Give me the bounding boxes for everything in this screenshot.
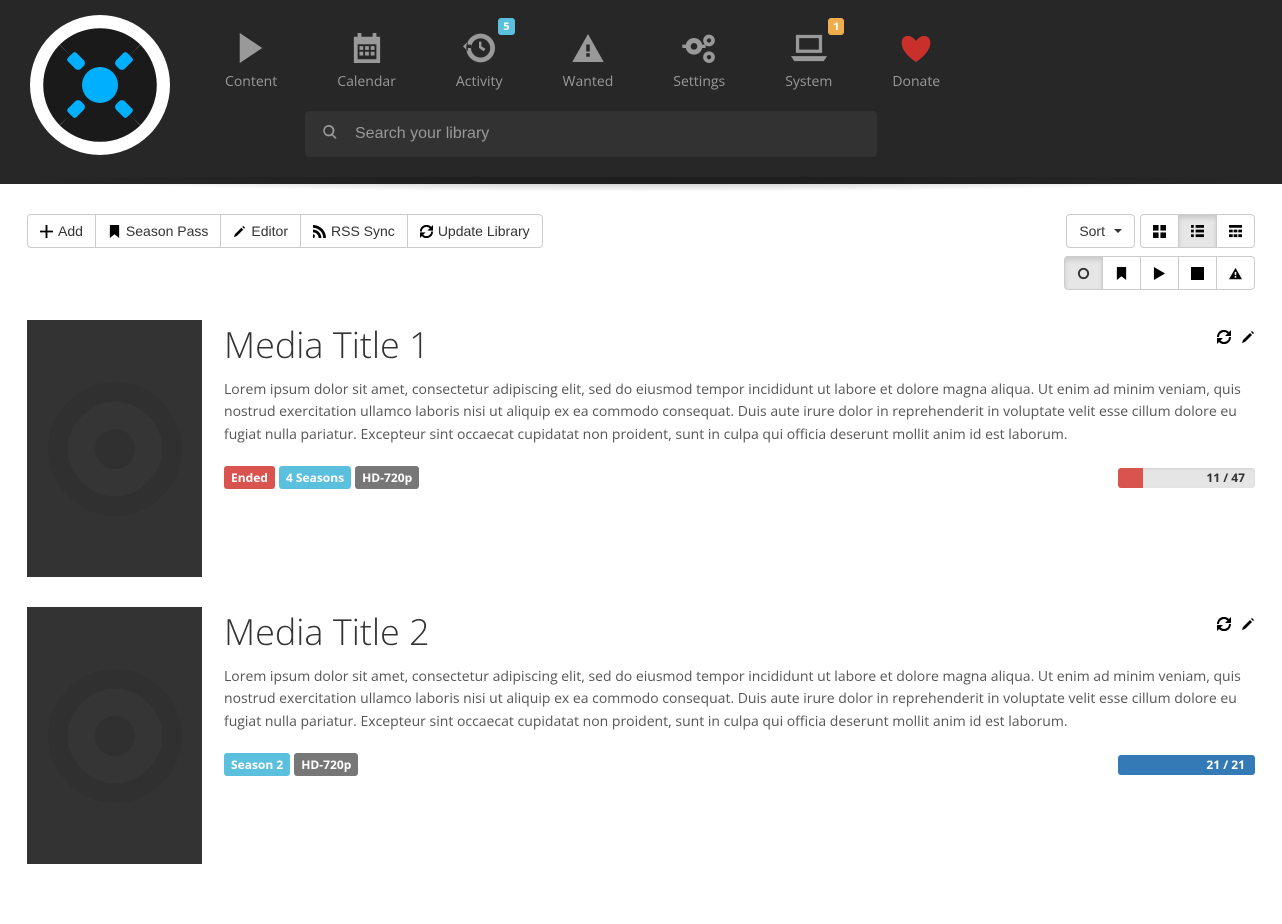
media-label: Season 2 (224, 753, 290, 776)
rss-sync-button[interactable]: RSS Sync (300, 214, 408, 248)
nav-calendar[interactable]: Calendar (307, 18, 426, 91)
navbar: Content Calendar 5 Activity Wanted Setti… (0, 0, 1282, 184)
nav-items: Content Calendar 5 Activity Wanted Setti… (195, 0, 1262, 91)
search-input[interactable] (355, 111, 877, 157)
update-library-button[interactable]: Update Library (407, 214, 543, 248)
progress-bar: 21 / 21 (1118, 755, 1255, 775)
nav-content[interactable]: Content (195, 18, 307, 91)
view-list-button[interactable] (1178, 214, 1217, 248)
clock-history-icon (456, 28, 503, 68)
media-poster[interactable] (27, 320, 202, 577)
play-icon (225, 28, 277, 68)
left-toolbar: Add Season Pass Editor RSS Sync Update L… (27, 214, 543, 290)
refresh-icon[interactable] (1217, 330, 1231, 349)
sort-button[interactable]: Sort (1066, 214, 1135, 248)
nav-calendar-label: Calendar (337, 72, 396, 91)
rss-sync-label: RSS Sync (331, 223, 395, 239)
filter-ended-button[interactable] (1178, 256, 1217, 290)
caret-down-icon (1114, 229, 1122, 233)
search-icon (305, 125, 355, 144)
activity-badge: 5 (498, 18, 514, 35)
heart-icon (892, 28, 940, 68)
season-pass-button[interactable]: Season Pass (95, 214, 222, 248)
label-group: Season 2HD-720p (224, 753, 358, 776)
media-label: HD-720p (355, 466, 419, 489)
nav-activity[interactable]: 5 Activity (426, 18, 533, 91)
media-label: 4 Seasons (279, 466, 351, 489)
brand-logo[interactable] (20, 0, 195, 160)
nav-system-label: System (785, 72, 832, 91)
nav-activity-label: Activity (456, 72, 503, 91)
media-label: HD-720p (294, 753, 358, 776)
calendar-icon (337, 28, 396, 68)
filter-continuing-button[interactable] (1140, 256, 1179, 290)
editor-label: Editor (251, 223, 288, 239)
media-item: Media Title 1 Lorem ipsum dolor sit amet… (27, 320, 1255, 577)
media-poster[interactable] (27, 607, 202, 864)
filter-missing-button[interactable] (1216, 256, 1255, 290)
media-title[interactable]: Media Title 1 (224, 320, 1255, 369)
media-description: Lorem ipsum dolor sit amet, consectetur … (224, 666, 1255, 733)
nav-settings-label: Settings (673, 72, 725, 91)
media-item: Media Title 2 Lorem ipsum dolor sit amet… (27, 607, 1255, 864)
nav-donate[interactable]: Donate (862, 18, 970, 91)
season-pass-label: Season Pass (126, 223, 209, 239)
add-label: Add (58, 223, 83, 239)
refresh-icon[interactable] (1217, 617, 1231, 636)
filter-monitored-button[interactable] (1102, 256, 1141, 290)
media-title[interactable]: Media Title 2 (224, 607, 1255, 656)
cogs-icon (673, 28, 725, 68)
nav-wanted-label: Wanted (563, 72, 614, 91)
wrench-icon[interactable] (1241, 617, 1255, 636)
add-button[interactable]: Add (27, 214, 96, 248)
label-group: Ended4 SeasonsHD-720p (224, 466, 419, 489)
nav-settings[interactable]: Settings (643, 18, 755, 91)
media-description: Lorem ipsum dolor sit amet, consectetur … (224, 379, 1255, 446)
warning-icon (563, 28, 614, 68)
progress-text: 21 / 21 (1206, 755, 1245, 775)
nav-donate-label: Donate (892, 72, 940, 91)
wrench-icon[interactable] (1241, 330, 1255, 349)
laptop-icon (785, 28, 832, 68)
search-group (305, 111, 877, 157)
system-badge: 1 (828, 18, 844, 35)
nav-content-label: Content (225, 72, 277, 91)
editor-button[interactable]: Editor (220, 214, 301, 248)
media-label: Ended (224, 466, 275, 489)
progress-text: 11 / 47 (1206, 468, 1245, 488)
progress-bar: 11 / 47 (1118, 468, 1255, 488)
view-grid-button[interactable] (1140, 214, 1179, 248)
nav-system[interactable]: 1 System (755, 18, 862, 91)
view-table-button[interactable] (1216, 214, 1255, 248)
sort-label: Sort (1079, 223, 1105, 239)
update-library-label: Update Library (438, 223, 530, 239)
nav-wanted[interactable]: Wanted (533, 18, 644, 91)
filter-all-button[interactable] (1064, 256, 1103, 290)
